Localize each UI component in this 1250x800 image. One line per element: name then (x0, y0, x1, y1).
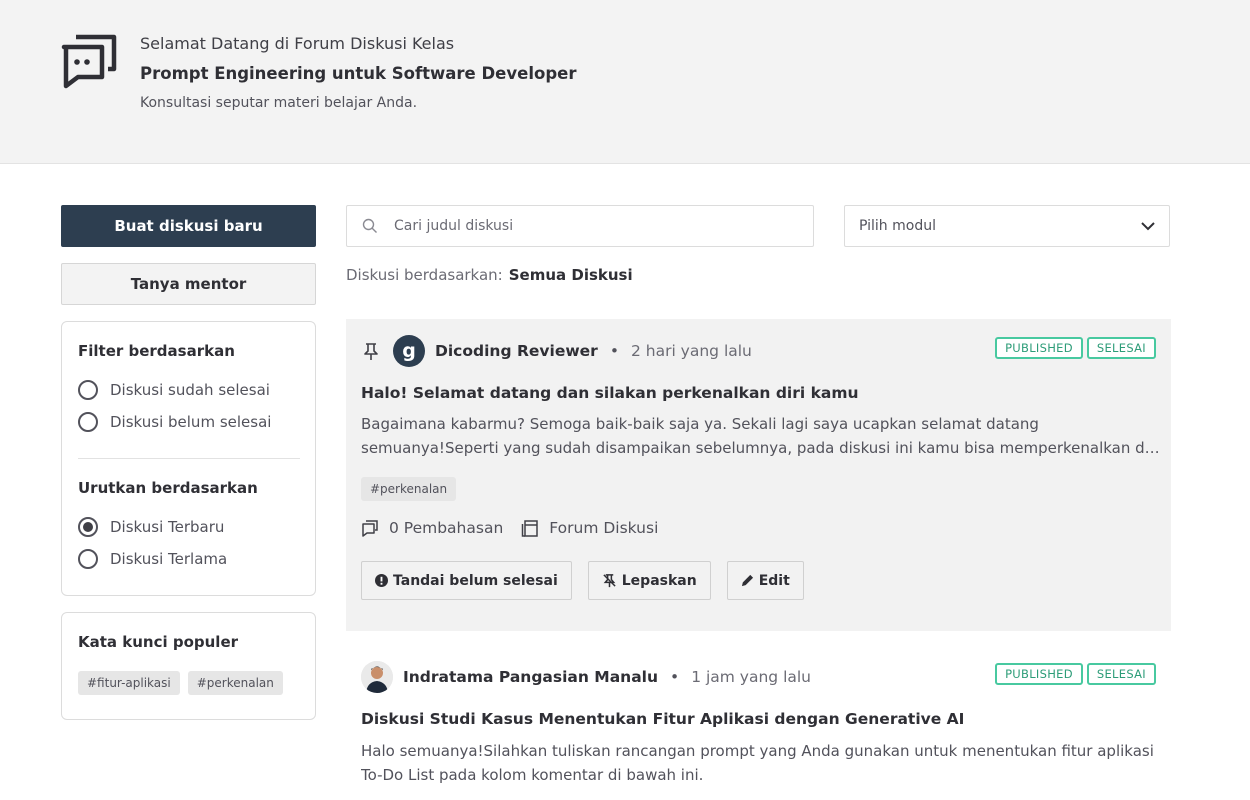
chat-bubbles-logo-icon (61, 34, 117, 89)
keywords-title: Kata kunci populer (78, 633, 239, 651)
unpin-icon (603, 574, 616, 588)
active-filter-value: Semua Diskusi (508, 266, 633, 284)
excerpt-line: semuanya!Seperti yang sudah disampaikan … (361, 439, 1161, 457)
sort-option-label: Diskusi Terbaru (110, 518, 225, 536)
filter-option-label: Diskusi sudah selesai (110, 381, 270, 399)
filter-title: Filter berdasarkan (78, 342, 235, 360)
sort-option-label: Diskusi Terlama (110, 550, 228, 568)
category: Forum Diskusi (521, 519, 658, 537)
post-excerpt: Bagaimana kabarmu? Semoga baik-baik saja… (361, 412, 1161, 460)
category-label[interactable]: Forum Diskusi (549, 519, 658, 537)
keyword-tag[interactable]: #perkenalan (187, 671, 283, 695)
finished-badge: SELESAI (1086, 663, 1156, 685)
pencil-icon (741, 574, 753, 587)
discussion-card[interactable]: Indratama Pangasian Manalu • 1 jam yang … (346, 645, 1171, 800)
post-title[interactable]: Diskusi Studi Kasus Menentukan Fitur Apl… (361, 710, 964, 728)
excerpt-line: Bagaimana kabarmu? Semoga baik-baik saja… (361, 415, 1039, 433)
sort-option-oldest[interactable]: Diskusi Terlama (78, 549, 227, 569)
post-header: Indratama Pangasian Manalu • 1 jam yang … (361, 661, 811, 693)
filter-option-finished[interactable]: Diskusi sudah selesai (78, 380, 270, 400)
status-badges: PUBLISHED SELESAI (995, 663, 1156, 685)
published-badge: PUBLISHED (995, 663, 1083, 685)
edit-button[interactable]: Edit (726, 561, 804, 600)
radio-button-selected[interactable] (78, 517, 98, 537)
search-input[interactable] (394, 218, 774, 234)
post-time: 1 jam yang lalu (691, 668, 812, 686)
divider (78, 458, 300, 459)
module-select-value: Pilih modul (859, 218, 936, 234)
mark-unfinished-label: Tandai belum selesai (393, 572, 558, 589)
page-header: Selamat Datang di Forum Diskusi Kelas Pr… (0, 0, 1250, 164)
exclamation-circle-icon (375, 574, 388, 587)
post-header: g Dicoding Reviewer • 2 hari yang lalu (361, 335, 752, 367)
forum-icon (522, 520, 539, 537)
unpin-label: Lepaskan (621, 572, 697, 589)
unpin-button[interactable]: Lepaskan (587, 561, 711, 600)
sort-option-newest[interactable]: Diskusi Terbaru (78, 517, 224, 537)
avatar[interactable]: g (393, 335, 425, 367)
module-select[interactable]: Pilih modul (844, 205, 1170, 247)
radio-button[interactable] (78, 549, 98, 569)
comments-icon (362, 520, 378, 537)
avatar-photo (361, 661, 393, 693)
keyword-list: #fitur-aplikasi #perkenalan (78, 671, 283, 695)
course-title: Prompt Engineering untuk Software Develo… (140, 64, 577, 83)
post-actions: Tandai belum selesai Lepaskan Edit (361, 561, 804, 600)
sort-title: Urutkan berdasarkan (78, 479, 258, 497)
filter-option-unfinished[interactable]: Diskusi belum selesai (78, 412, 271, 432)
radio-button[interactable] (78, 380, 98, 400)
post-title[interactable]: Halo! Selamat datang dan silakan perkena… (361, 384, 859, 402)
pin-icon[interactable] (361, 341, 381, 361)
welcome-text: Selamat Datang di Forum Diskusi Kelas (140, 34, 455, 53)
mark-unfinished-button[interactable]: Tandai belum selesai (361, 561, 572, 600)
edit-label: Edit (758, 572, 790, 589)
replies-count: 0 Pembahasan (361, 519, 503, 537)
finished-badge: SELESAI (1086, 337, 1156, 359)
header-subtitle: Konsultasi seputar materi belajar Anda. (140, 95, 418, 111)
published-badge: PUBLISHED (995, 337, 1083, 359)
replies-label: 0 Pembahasan (389, 519, 504, 537)
search-icon (362, 218, 377, 233)
post-time: 2 hari yang lalu (630, 342, 752, 360)
filter-card: Filter berdasarkan Diskusi sudah selesai… (61, 321, 316, 596)
search-box[interactable] (346, 205, 814, 247)
post-meta: 0 Pembahasan Forum Diskusi (361, 519, 676, 537)
status-badges: PUBLISHED SELESAI (995, 337, 1156, 359)
filter-option-label: Diskusi belum selesai (110, 413, 272, 431)
discussion-card[interactable]: g Dicoding Reviewer • 2 hari yang lalu P… (346, 319, 1171, 631)
radio-button[interactable] (78, 412, 98, 432)
active-filter: Diskusi berdasarkan: Semua Diskusi (346, 266, 633, 284)
popular-keywords-card: Kata kunci populer #fitur-aplikasi #perk… (61, 612, 316, 720)
post-tag[interactable]: #perkenalan (361, 477, 457, 501)
chevron-down-icon (1141, 221, 1155, 230)
ask-mentor-button[interactable]: Tanya mentor (61, 263, 316, 305)
excerpt-line: To-Do List pada kolom komentar di bawah … (361, 766, 704, 784)
separator-dot: • (670, 668, 680, 686)
author-name[interactable]: Indratama Pangasian Manalu (403, 668, 658, 686)
keyword-tag[interactable]: #fitur-aplikasi (78, 671, 180, 695)
active-filter-label: Diskusi berdasarkan: (346, 266, 503, 284)
post-excerpt: Halo semuanya!Silahkan tuliskan rancanga… (361, 739, 1161, 787)
excerpt-line: Halo semuanya!Silahkan tuliskan rancanga… (361, 742, 1154, 760)
avatar[interactable] (361, 661, 393, 693)
separator-dot: • (609, 342, 619, 360)
new-discussion-button[interactable]: Buat diskusi baru (61, 205, 316, 247)
author-name[interactable]: Dicoding Reviewer (435, 342, 598, 360)
